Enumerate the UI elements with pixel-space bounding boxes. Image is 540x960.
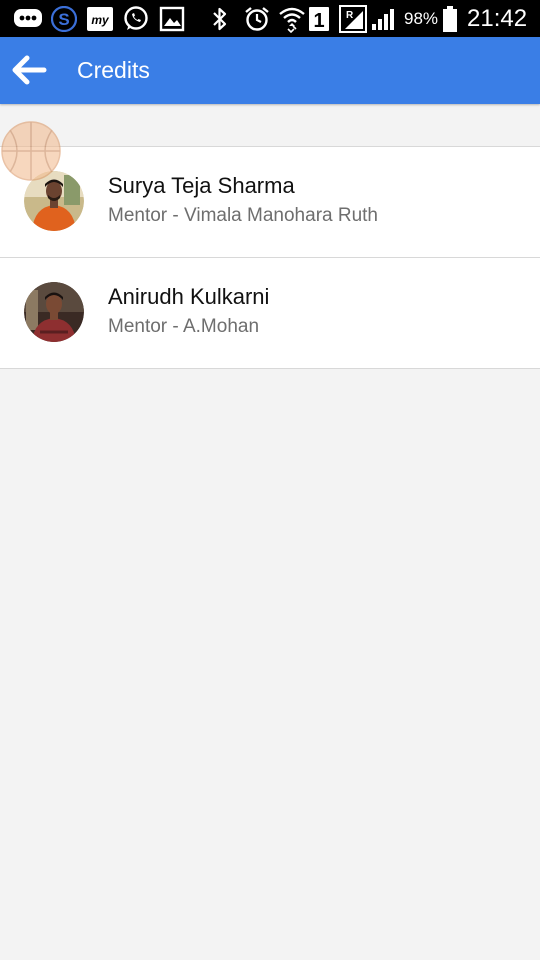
app-bar: Credits [0,37,540,104]
avatar [24,282,84,342]
gallery-icon [158,5,186,32]
credit-mentor: Mentor - Vimala Manohara Ruth [108,205,378,226]
signal-roaming-icon: R [338,4,368,33]
svg-text:S: S [58,10,69,29]
credit-mentor: Mentor - A.Mohan [108,316,260,337]
signal-icon [370,5,398,32]
credit-name: Anirudh Kulkarni [108,284,270,309]
mytelcel-icon: my [86,5,114,32]
sim-badge-text: 1 [313,10,324,32]
alarm-icon [242,5,272,32]
clock-time: 21:42 [467,4,528,32]
basketball-icon[interactable] [0,120,62,182]
svg-text:my: my [91,13,110,27]
list-item[interactable]: Surya Teja Sharma Mentor - Vimala Manoha… [0,147,540,258]
back-button[interactable] [6,47,52,93]
battery-percent: 98% [404,8,439,28]
bluetooth-icon [207,5,233,32]
svg-text:R: R [346,10,354,21]
messenger-icon [12,5,44,32]
credit-name: Surya Teja Sharma [108,173,295,198]
list-item[interactable]: Anirudh Kulkarni Mentor - A.Mohan [0,258,540,369]
battery-icon [441,5,459,32]
whatsapp-icon [122,5,150,32]
status-bar: S my 1 R 98% 21:42 [0,0,540,37]
sim-icon: 1 [308,5,330,32]
wifi-icon [278,5,306,33]
credits-list: Surya Teja Sharma Mentor - Vimala Manoha… [0,146,540,369]
page-title: Credits [77,57,150,83]
skype-icon: S [50,5,78,32]
arrow-left-icon [12,55,47,85]
